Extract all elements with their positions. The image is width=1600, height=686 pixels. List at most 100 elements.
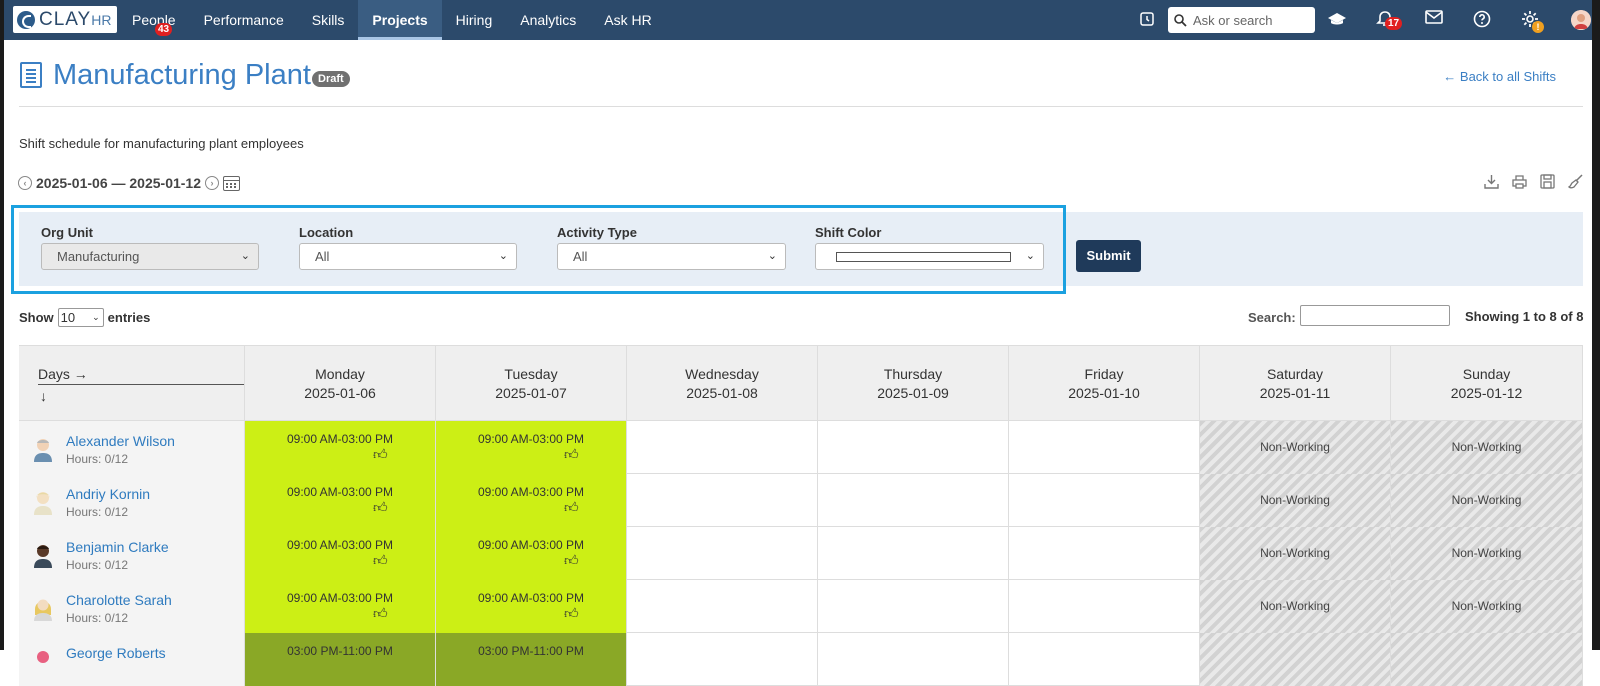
chevron-down-icon: ⌄ [92, 312, 100, 322]
clear-brush-icon[interactable] [1567, 174, 1583, 190]
entries-per-page-select[interactable]: 10 ⌄ [57, 308, 104, 327]
nav-item-people[interactable]: People 43 [118, 0, 190, 40]
previous-week-icon[interactable]: ‹ [18, 176, 32, 190]
notifications-count-badge: 17 [1385, 17, 1403, 30]
employee-cell: George Roberts [19, 633, 245, 686]
empty-shift-cell[interactable] [1009, 527, 1200, 580]
shift-color-swatch [836, 252, 1011, 262]
location-select[interactable]: All ⌄ [299, 243, 517, 270]
thumbs-up-icon[interactable]: 👍︎ [373, 446, 388, 463]
shift-cell[interactable]: 09:00 AM-03:00 PM 👍︎ [245, 474, 436, 527]
thumbs-up-icon[interactable]: 👍︎ [373, 552, 388, 569]
empty-shift-cell[interactable] [1009, 633, 1200, 686]
location-label: Location [299, 225, 354, 240]
chevron-down-icon: ⌄ [767, 250, 777, 262]
courses-hat-icon[interactable] [1327, 10, 1347, 30]
shift-cell[interactable]: 03:00 PM-11:00 PM [245, 633, 436, 686]
empty-shift-cell[interactable] [627, 527, 818, 580]
save-icon[interactable] [1539, 174, 1555, 190]
empty-shift-cell[interactable] [627, 580, 818, 633]
day-header-sunday: Sunday 2025-01-12 [1391, 346, 1583, 422]
chevron-down-icon: ⌄ [498, 250, 508, 262]
empty-shift-cell[interactable] [1009, 474, 1200, 527]
pagination-info: Showing 1 to 8 of 8 [1465, 309, 1584, 324]
empty-shift-cell[interactable] [1009, 580, 1200, 633]
thumbs-up-icon[interactable]: 👍︎ [564, 605, 579, 622]
entries-label: entries [107, 310, 151, 325]
app-logo[interactable]: CLAYHR [13, 6, 117, 33]
thumbs-up-icon[interactable]: 👍︎ [564, 499, 579, 516]
empty-shift-cell[interactable] [818, 474, 1009, 527]
thumbs-up-icon[interactable]: 👍︎ [373, 605, 388, 622]
activity-type-label: Activity Type [557, 225, 637, 240]
empty-shift-cell[interactable] [818, 580, 1009, 633]
table-row: George Roberts 03:00 PM-11:00 PM 03:00 P… [19, 633, 1583, 686]
global-search[interactable] [1168, 7, 1315, 33]
employees-axis-arrow: ↓ [40, 388, 47, 404]
empty-shift-cell[interactable] [818, 527, 1009, 580]
nav-item-performance[interactable]: Performance [190, 0, 298, 40]
activity-type-select[interactable]: All ⌄ [557, 243, 786, 270]
thumbs-up-icon[interactable]: 👍︎ [564, 446, 579, 463]
global-search-input[interactable] [1191, 11, 1310, 29]
thumbs-up-icon[interactable]: 👍︎ [564, 552, 579, 569]
empty-shift-cell[interactable] [818, 421, 1009, 474]
print-icon[interactable] [1511, 174, 1527, 190]
empty-shift-cell[interactable] [627, 474, 818, 527]
nav-item-projects[interactable]: Projects [358, 0, 442, 40]
page-title: Manufacturing Plant [53, 59, 311, 91]
shift-cell[interactable]: 03:00 PM-11:00 PM [436, 633, 627, 686]
shift-cell[interactable]: 09:00 AM-03:00 PM 👍︎ [245, 527, 436, 580]
non-working-cell: Non-Working [1200, 527, 1391, 580]
submit-button[interactable]: Submit [1076, 240, 1141, 272]
document-icon [20, 62, 42, 88]
employee-name-link[interactable]: Charolotte Sarah [66, 592, 172, 608]
nav-item-hiring[interactable]: Hiring [442, 0, 507, 40]
empty-shift-cell[interactable] [1009, 421, 1200, 474]
thumbs-up-icon[interactable]: 👍︎ [373, 499, 388, 516]
empty-shift-cell[interactable] [818, 633, 1009, 686]
empty-shift-cell[interactable] [627, 633, 818, 686]
settings-warning-badge: ! [1532, 21, 1544, 33]
non-working-cell: Non-Working [1391, 527, 1583, 580]
empty-shift-cell[interactable] [627, 421, 818, 474]
employee-hours: Hours: 0/12 [66, 558, 129, 572]
shift-cell[interactable]: 09:00 AM-03:00 PM 👍︎ [245, 421, 436, 474]
employee-name-link[interactable]: George Roberts [66, 645, 166, 661]
shift-cell[interactable]: 09:00 AM-03:00 PM 👍︎ [436, 527, 627, 580]
shift-cell[interactable]: 09:00 AM-03:00 PM 👍︎ [436, 421, 627, 474]
shift-color-select[interactable]: ⌄ [815, 243, 1044, 270]
chevron-down-icon: ⌄ [1025, 250, 1035, 262]
table-tools [1483, 174, 1583, 190]
shift-cell[interactable]: 09:00 AM-03:00 PM 👍︎ [245, 580, 436, 633]
back-to-shifts-link[interactable]: ← Back to all Shifts [1443, 69, 1556, 84]
nav-item-ask-hr[interactable]: Ask HR [590, 0, 665, 40]
alarm-clock-icon[interactable] [1137, 10, 1157, 30]
day-header-tuesday: Tuesday 2025-01-07 [436, 346, 627, 422]
employee-cell: Benjamin Clarke Hours: 0/12 [19, 527, 245, 580]
employee-hours: Hours: 0/12 [66, 505, 129, 519]
table-row: Alexander Wilson Hours: 0/12 09:00 AM-03… [19, 421, 1583, 474]
employee-hours: Hours: 0/12 [66, 611, 129, 625]
logo-text: CLAYHR [39, 8, 112, 30]
org-unit-select[interactable]: Manufacturing ⌄ [41, 243, 259, 270]
employee-avatar [34, 599, 52, 621]
next-week-icon[interactable]: › [205, 176, 220, 190]
employee-name-link[interactable]: Andriy Kornin [66, 486, 150, 502]
nav-item-skills[interactable]: Skills [298, 0, 359, 40]
table-search-input[interactable] [1300, 305, 1450, 326]
employee-name-link[interactable]: Alexander Wilson [66, 433, 175, 449]
employee-name-link[interactable]: Benjamin Clarke [66, 539, 169, 555]
calendar-icon[interactable] [223, 175, 241, 191]
download-icon[interactable] [1483, 174, 1499, 190]
show-entries-control: Show 10 ⌄ entries [19, 308, 150, 327]
days-corner-header: Days → ↓ [19, 346, 245, 422]
shift-cell[interactable]: 09:00 AM-03:00 PM 👍︎ [436, 580, 627, 633]
mail-icon[interactable] [1424, 10, 1444, 30]
employee-avatar [34, 545, 52, 568]
chevron-down-icon: ⌄ [240, 250, 250, 262]
user-avatar[interactable] [1571, 10, 1591, 30]
shift-cell[interactable]: 09:00 AM-03:00 PM 👍︎ [436, 474, 627, 527]
help-icon[interactable] [1472, 10, 1492, 30]
nav-item-analytics[interactable]: Analytics [506, 0, 590, 40]
